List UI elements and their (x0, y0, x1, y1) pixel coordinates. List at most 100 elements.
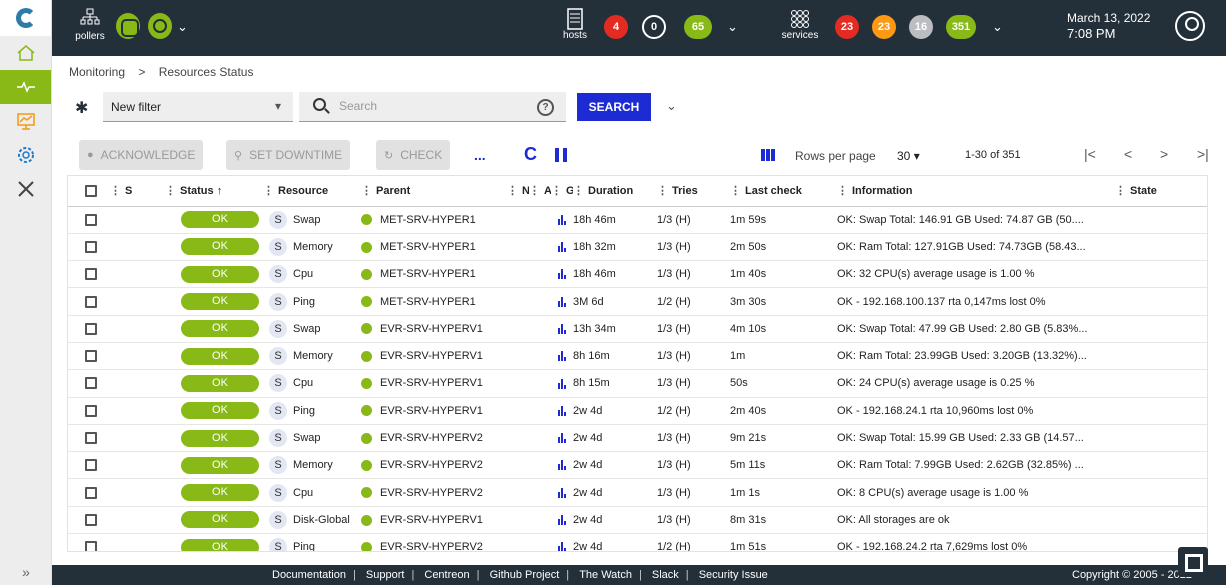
acknowledge-button[interactable]: ● ACKNOWLEDGE (79, 140, 204, 170)
parent-cell[interactable]: EVR-SRV-HYPERV2 (361, 451, 507, 480)
graph-icon[interactable] (558, 433, 566, 444)
row-checkbox[interactable] (85, 541, 97, 551)
column-header-status[interactable]: ⋮ Status ↑ (165, 176, 263, 207)
parent-cell[interactable]: EVR-SRV-HYPERV1 (361, 342, 507, 371)
column-header-information[interactable]: ⋮ Information (837, 176, 1115, 207)
resource-cell[interactable]: S Ping (263, 397, 361, 425)
row-checkbox[interactable] (85, 350, 97, 363)
search-button[interactable]: SEARCH (577, 93, 651, 121)
resource-cell[interactable]: S Ping (263, 287, 361, 316)
set-downtime-button[interactable]: ⚲ SET DOWNTIME (226, 140, 351, 170)
graph-cell[interactable] (551, 260, 573, 289)
resource-cell[interactable]: S Disk-Global (263, 506, 361, 535)
graph-cell[interactable] (551, 342, 573, 371)
resource-cell[interactable]: S Memory (263, 451, 361, 480)
breadcrumb-resources-status[interactable]: Resources Status (159, 65, 254, 79)
resource-cell[interactable]: S Memory (263, 233, 361, 262)
breadcrumb-monitoring[interactable]: Monitoring (69, 65, 125, 79)
column-header-duration[interactable]: ⋮ Duration (573, 176, 657, 207)
resource-cell[interactable]: S Cpu (263, 260, 361, 289)
resource-cell[interactable]: S Cpu (263, 369, 361, 398)
refresh-icon[interactable]: C (524, 144, 537, 165)
services-chevron-down-icon[interactable]: ⌄ (992, 19, 1003, 35)
table-row[interactable]: OK S Ping EVR-SRV-HYPERV2 2w 4d 1/2 (H) 1m 51s… (68, 533, 1207, 551)
graph-cell[interactable] (551, 533, 573, 551)
resource-cell[interactable]: S Ping (263, 533, 361, 551)
row-checkbox[interactable] (85, 459, 97, 472)
services-unknown-count[interactable]: 16 (909, 15, 933, 39)
table-row[interactable]: OK S Swap EVR-SRV-HYPERV2 2w 4d 1/3 (H) 9m 21s… (68, 424, 1207, 453)
graph-cell[interactable] (551, 233, 573, 262)
graph-cell[interactable] (551, 451, 573, 480)
row-checkbox[interactable] (85, 432, 97, 445)
resource-cell[interactable]: S Cpu (263, 478, 361, 507)
table-row[interactable]: OK S Memory EVR-SRV-HYPERV1 8h 16m 1/3 (H) 1m O… (68, 342, 1207, 371)
graph-cell[interactable] (551, 206, 573, 234)
graph-icon[interactable] (558, 214, 566, 225)
column-header-s[interactable]: ⋮ S (110, 176, 165, 207)
row-checkbox[interactable] (85, 213, 97, 226)
footer-link-security-issue[interactable]: Security Issue (692, 569, 775, 581)
hosts-chevron-down-icon[interactable]: ⌄ (727, 19, 738, 35)
row-checkbox[interactable] (85, 295, 97, 308)
graph-icon[interactable] (558, 378, 566, 389)
services-ok-count[interactable]: 351 (946, 15, 976, 39)
hosts-menu[interactable]: hosts (560, 8, 590, 41)
parent-cell[interactable]: MET-SRV-HYPER1 (361, 206, 507, 234)
parent-cell[interactable]: EVR-SRV-HYPERV2 (361, 533, 507, 551)
parent-cell[interactable]: EVR-SRV-HYPERV1 (361, 397, 507, 425)
table-row[interactable]: OK S Swap EVR-SRV-HYPERV1 13h 34m 1/3 (H) 4m 1… (68, 315, 1207, 343)
table-row[interactable]: OK S Cpu EVR-SRV-HYPERV2 2w 4d 1/3 (H) 1m 1s OK… (68, 478, 1207, 507)
column-header-state[interactable]: ⋮ State (1115, 176, 1207, 207)
table-row[interactable]: OK S Swap MET-SRV-HYPER1 18h 46m 1/3 (H) 1m 59… (68, 206, 1207, 234)
row-checkbox[interactable] (85, 404, 97, 417)
footer-link-support[interactable]: Support (359, 569, 412, 581)
column-header-g[interactable]: ⋮G (551, 176, 573, 207)
footer-link-the-watch[interactable]: The Watch (572, 569, 639, 581)
footer-link-documentation[interactable]: Documentation (265, 569, 353, 581)
parent-cell[interactable]: EVR-SRV-HYPERV2 (361, 478, 507, 507)
parent-cell[interactable]: EVR-SRV-HYPERV1 (361, 506, 507, 535)
column-header-tries[interactable]: ⋮ Tries (657, 176, 730, 207)
search-help-icon[interactable]: ? (537, 99, 554, 116)
expand-filter-chevron-icon[interactable]: ⌄ (666, 98, 677, 114)
graph-icon[interactable] (558, 515, 566, 525)
hosts-up-count[interactable]: 65 (684, 15, 712, 39)
nav-configuration[interactable] (0, 138, 51, 172)
filter-settings-gear-icon[interactable]: ✱ (75, 98, 88, 118)
previous-page-icon[interactable]: < (1124, 146, 1132, 162)
columns-icon[interactable] (761, 149, 775, 161)
search-input[interactable]: Search (299, 92, 566, 122)
expand-menu-icon[interactable]: » (0, 559, 52, 585)
graph-icon[interactable] (558, 323, 566, 334)
table-row[interactable]: OK S Disk-Global EVR-SRV-HYPERV1 2w 4d 1/3 (H… (68, 506, 1207, 535)
column-header-last-check[interactable]: ⋮ Last check (730, 176, 837, 207)
row-checkbox[interactable] (85, 513, 97, 526)
latency-status-icon[interactable] (148, 13, 172, 39)
pollers-menu[interactable]: pollers (72, 8, 108, 42)
row-checkbox[interactable] (85, 486, 97, 499)
parent-cell[interactable]: MET-SRV-HYPER1 (361, 260, 507, 289)
hosts-down-count[interactable]: 4 (604, 15, 628, 39)
hosts-unreachable-count[interactable]: 0 (642, 15, 666, 39)
check-button[interactable]: ↻ CHECK (376, 140, 451, 170)
nav-home[interactable] (0, 36, 51, 70)
first-page-icon[interactable]: |< (1084, 146, 1096, 162)
table-row[interactable]: OK S Ping MET-SRV-HYPER1 3M 6d 1/2 (H) 3m 30s O… (68, 287, 1207, 316)
graph-cell[interactable] (551, 506, 573, 535)
column-header-resource[interactable]: ⋮ Resource (263, 176, 361, 207)
services-menu[interactable]: services (780, 8, 820, 41)
graph-icon[interactable] (558, 460, 566, 471)
graph-cell[interactable] (551, 397, 573, 425)
column-header-parent[interactable]: ⋮ Parent (361, 176, 507, 207)
graph-cell[interactable] (551, 287, 573, 316)
centreon-logo[interactable] (0, 0, 51, 36)
fullscreen-icon[interactable] (1178, 547, 1208, 577)
services-critical-count[interactable]: 23 (835, 15, 859, 39)
pause-icon[interactable] (555, 148, 567, 162)
parent-cell[interactable]: EVR-SRV-HYPERV2 (361, 424, 507, 453)
table-row[interactable]: OK S Ping EVR-SRV-HYPERV1 2w 4d 1/2 (H) 2m 40s… (68, 397, 1207, 425)
row-checkbox[interactable] (85, 240, 97, 253)
chevron-down-icon[interactable]: ⌄ (177, 19, 188, 35)
resource-cell[interactable]: S Memory (263, 342, 361, 371)
